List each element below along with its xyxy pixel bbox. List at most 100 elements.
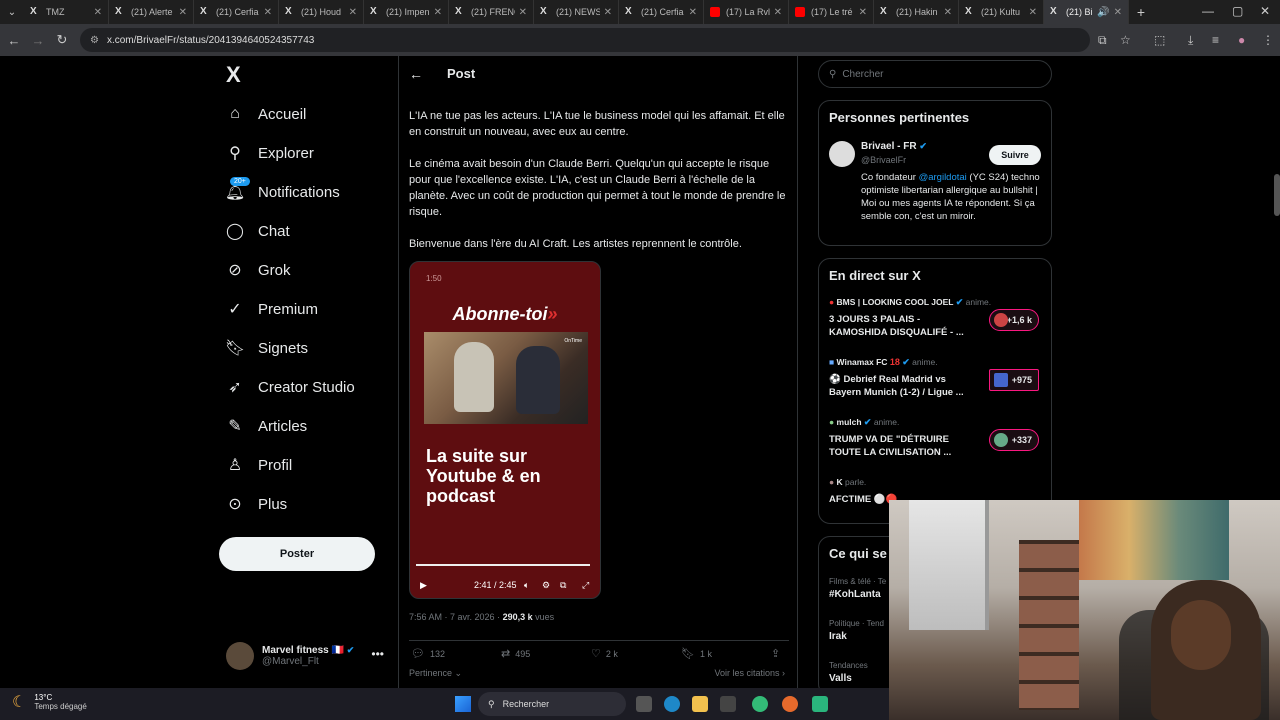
browser-tab[interactable]: X (21) Houd ✕ <box>279 0 364 24</box>
video-player[interactable]: 1:50 Abonne-toi» OnTime La suite sur You… <box>409 261 601 599</box>
store-icon[interactable] <box>720 696 736 712</box>
search-input[interactable]: ⚲ Chercher <box>818 60 1052 88</box>
nav-item-grok[interactable]: ⊘ Grok <box>226 257 290 283</box>
close-tab-icon[interactable]: ✕ <box>349 7 357 18</box>
site-info-icon[interactable]: ⚙ <box>90 35 99 46</box>
url-field[interactable]: ⚙ x.com/BrivaelFr/status/204139464052435… <box>80 28 1090 52</box>
bookmark-star-icon[interactable]: ☆ <box>1120 33 1131 47</box>
fullscreen-icon[interactable]: ⤢ <box>582 580 589 591</box>
sort-dropdown[interactable]: Pertinence ⌄ <box>409 668 462 679</box>
trend-item[interactable]: Politique · Tend Irak <box>829 619 884 642</box>
close-tab-icon[interactable]: ✕ <box>94 7 102 18</box>
close-tab-icon[interactable]: ✕ <box>179 7 187 18</box>
new-tab-button[interactable]: + <box>1129 4 1153 20</box>
minimize-icon[interactable]: — <box>1202 4 1214 18</box>
post-button[interactable]: Poster <box>219 537 375 571</box>
avatar[interactable] <box>829 141 855 167</box>
close-tab-icon[interactable]: ✕ <box>604 7 612 18</box>
relevant-people-card: Personnes pertinentes Brivael - FR ✔ @Br… <box>818 100 1052 246</box>
bookmark-button[interactable]: 🔖︎ 1 k <box>681 647 712 660</box>
trend-item[interactable]: Tendances Valls <box>829 661 868 684</box>
trend-item[interactable]: Films & télé · Te #KohLanta <box>829 577 886 600</box>
close-tab-icon[interactable]: ✕ <box>1029 7 1037 18</box>
user-name[interactable]: Brivael - FR <box>861 141 917 152</box>
close-tab-icon[interactable]: ✕ <box>1114 7 1122 18</box>
live-title: ⚽ Debrief Real Madrid vs Bayern Munich (… <box>829 374 964 398</box>
install-app-icon[interactable]: ⧉ <box>1098 33 1107 48</box>
windows-start-icon[interactable] <box>455 696 471 712</box>
repost-button[interactable]: ⇄ 495 <box>501 647 530 660</box>
video-progress-bar[interactable] <box>416 564 591 566</box>
nav-item-explore[interactable]: ⚲ Explorer <box>226 140 314 166</box>
browser-tab[interactable]: X (21) Alerte ✕ <box>109 0 194 24</box>
app-icon[interactable] <box>812 696 828 712</box>
browser-tab[interactable]: X(21) FRENC✕ <box>449 0 534 24</box>
scrollbar-thumb[interactable] <box>1274 174 1280 216</box>
nav-item-profile[interactable]: ♙ Profil <box>226 452 292 478</box>
extensions-icon[interactable]: ⬚ <box>1154 33 1165 47</box>
forward-icon[interactable]: → <box>26 33 50 48</box>
tab-search-dropdown-icon[interactable]: ⌄ <box>0 7 24 18</box>
pip-icon[interactable]: ⧉ <box>560 580 566 591</box>
media-control-icon[interactable]: ≡ <box>1212 33 1219 47</box>
browser-tab[interactable]: X (21) Kultu ✕ <box>959 0 1044 24</box>
close-tab-icon[interactable]: ✕ <box>944 7 952 18</box>
browser-tab-active[interactable]: X (21) Bi 🔊 ✕ <box>1044 0 1129 24</box>
file-explorer-icon[interactable] <box>692 696 708 712</box>
follow-button[interactable]: Suivre <box>989 145 1041 165</box>
more-dots-icon[interactable]: ••• <box>371 647 384 661</box>
x-logo-icon[interactable]: X <box>226 62 241 88</box>
maximize-icon[interactable]: ▢ <box>1232 4 1243 18</box>
nav-item-chat[interactable]: ◯ Chat <box>226 218 290 244</box>
reload-icon[interactable]: ↻ <box>50 32 74 48</box>
views-count: 290,3 k <box>502 612 533 622</box>
nav-item-articles[interactable]: ✎ Articles <box>226 413 307 439</box>
close-tab-icon[interactable]: ✕ <box>434 7 442 18</box>
back-icon[interactable]: ← <box>2 33 26 48</box>
task-view-icon[interactable] <box>636 696 652 712</box>
browser-menu-icon[interactable]: ⋮ <box>1262 33 1274 47</box>
see-quotes-link[interactable]: Voir les citations › <box>714 668 785 678</box>
reply-button[interactable]: 💬︎ 132 <box>411 647 445 660</box>
browser-tab[interactable]: X (21) Cerfia ✕ <box>194 0 279 24</box>
nav-item-creator-studio[interactable]: ➶ Creator Studio <box>226 374 354 400</box>
host-avatar-icon: ● <box>829 297 835 307</box>
verified-icon: ✔ <box>346 645 355 655</box>
firefox-icon[interactable] <box>782 696 798 712</box>
settings-icon[interactable]: ⚙ <box>542 580 550 591</box>
chrome-icon[interactable] <box>752 696 768 712</box>
close-window-icon[interactable]: ✕ <box>1260 4 1270 18</box>
browser-tab[interactable]: X TMZ ✕ <box>24 0 109 24</box>
edge-icon[interactable] <box>664 696 680 712</box>
browser-tab[interactable]: X (21) Hakin ✕ <box>874 0 959 24</box>
browser-tab[interactable]: (17) Le tré ✕ <box>789 0 874 24</box>
close-tab-icon[interactable]: ✕ <box>689 7 697 18</box>
nav-item-home[interactable]: ⌂ Accueil <box>226 101 306 127</box>
listener-count-badge: +337 <box>989 429 1039 451</box>
nav-item-premium[interactable]: ✓ Premium <box>226 296 318 322</box>
browser-tab[interactable]: (17) La Rvl ✕ <box>704 0 789 24</box>
volume-icon[interactable]: 🔈︎ <box>524 580 529 591</box>
taskbar-search[interactable]: ⚲ Rechercher <box>478 692 626 716</box>
nav-item-more[interactable]: ⊙ Plus <box>226 491 287 517</box>
share-button[interactable]: ⇪ <box>771 647 785 660</box>
play-icon[interactable]: ▶ <box>420 580 427 591</box>
close-tab-icon[interactable]: ✕ <box>859 7 867 18</box>
nav-item-notifications[interactable]: 🔔︎ 20+ Notifications <box>225 177 340 205</box>
close-tab-icon[interactable]: ✕ <box>519 7 527 18</box>
browser-tab[interactable]: X (21) Impen ✕ <box>364 0 449 24</box>
back-arrow-icon[interactable]: ← <box>409 66 423 82</box>
speaker-icon[interactable]: 🔊 <box>1097 7 1109 18</box>
account-switcher[interactable]: Marvel fitness 🇫🇷 ✔ @Marvel_Flt ••• <box>226 641 396 671</box>
like-button[interactable]: ♡ 2 k <box>591 647 618 660</box>
close-tab-icon[interactable]: ✕ <box>774 7 782 18</box>
profile-icon[interactable]: ● <box>1238 33 1245 47</box>
browser-tab[interactable]: X (21) NEWS ✕ <box>534 0 619 24</box>
download-icon[interactable]: ⤓ <box>1188 33 1193 48</box>
browser-tab[interactable]: X (21) Cerfia ✕ <box>619 0 704 24</box>
nav-item-bookmarks[interactable]: 🔖︎ Signets <box>225 335 308 361</box>
repost-icon: ⇄ <box>501 648 511 660</box>
weather-widget[interactable]: ☾ 13°C Temps dégagé <box>12 692 87 712</box>
close-tab-icon[interactable]: ✕ <box>264 7 272 18</box>
mention-link[interactable]: @argildotai <box>919 172 967 183</box>
